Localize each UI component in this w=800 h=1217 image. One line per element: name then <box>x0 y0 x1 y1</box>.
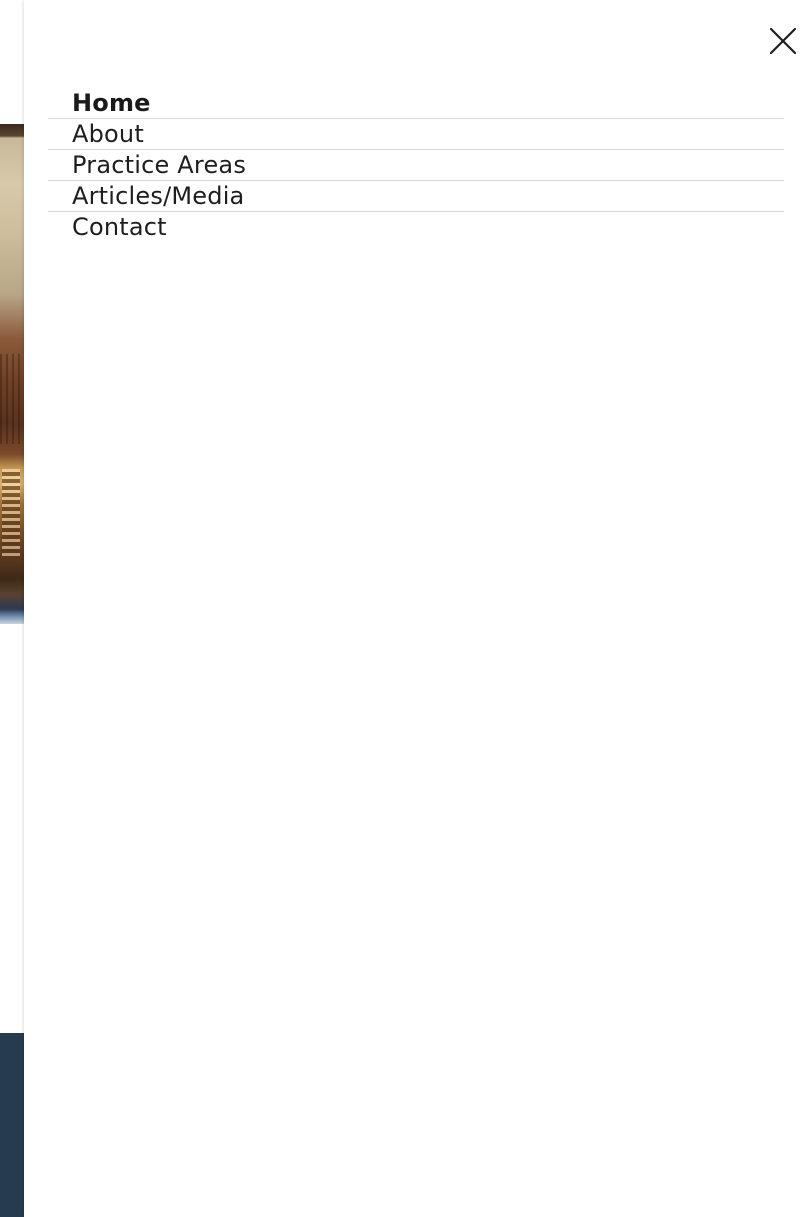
nav-menu: Home About Practice Areas Articles/Media… <box>48 88 784 242</box>
nav-item-contact[interactable]: Contact <box>48 212 784 242</box>
nav-item-home[interactable]: Home <box>48 88 784 119</box>
background-footer <box>0 1033 24 1217</box>
nav-link-about[interactable]: About <box>72 119 144 149</box>
page: Home About Practice Areas Articles/Media… <box>0 0 800 1217</box>
nav-link-articles-media[interactable]: Articles/Media <box>72 181 244 211</box>
close-icon <box>769 27 797 55</box>
nav-link-contact[interactable]: Contact <box>72 212 167 242</box>
nav-item-articles-media[interactable]: Articles/Media <box>48 181 784 212</box>
mobile-menu-panel: Home About Practice Areas Articles/Media… <box>24 0 800 1217</box>
library-hero-image <box>0 124 24 624</box>
nav-item-about[interactable]: About <box>48 119 784 150</box>
close-menu-button[interactable] <box>768 26 798 56</box>
nav-link-home[interactable]: Home <box>72 88 151 118</box>
nav-link-practice-areas[interactable]: Practice Areas <box>72 150 246 180</box>
nav-item-practice-areas[interactable]: Practice Areas <box>48 150 784 181</box>
background-page-edge <box>0 0 24 1217</box>
